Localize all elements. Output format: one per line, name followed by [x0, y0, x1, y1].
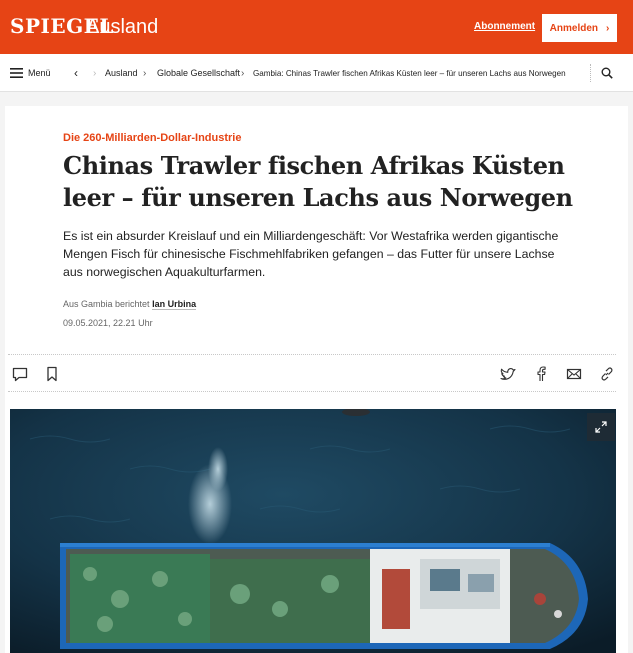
link-icon[interactable]: [598, 365, 616, 383]
breadcrumb-globale-gesellschaft[interactable]: Globale Gesellschaft: [157, 54, 240, 92]
search-icon[interactable]: [601, 67, 613, 79]
navigation-bar: Menü ‹ › Ausland › Globale Gesellschaft …: [0, 54, 633, 92]
bookmark-icon[interactable]: [43, 365, 61, 383]
divider-top: [8, 354, 616, 355]
login-button-label: Anmelden: [549, 22, 598, 34]
subscription-link[interactable]: Abonnement: [474, 21, 535, 32]
article-lead: Es ist ein absurder Kreislauf und ein Mi…: [63, 229, 559, 279]
back-arrow-icon[interactable]: ‹: [74, 54, 78, 92]
hamburger-icon: [10, 68, 23, 78]
breadcrumb-separator: ›: [143, 67, 147, 79]
author-link[interactable]: Ian Urbina: [152, 299, 197, 310]
comment-icon[interactable]: [11, 365, 29, 383]
breadcrumb-ausland[interactable]: Ausland: [105, 54, 138, 92]
nav-divider: [590, 64, 591, 82]
expand-icon: [595, 421, 607, 433]
chevron-right-icon: ›: [606, 22, 610, 34]
menu-button[interactable]: Menü: [10, 54, 51, 92]
section-title[interactable]: Ausland: [86, 16, 158, 39]
divider-bottom: [8, 391, 616, 392]
expand-button[interactable]: [587, 413, 615, 441]
breadcrumb-current-article: Gambia: Chinas Trawler fischen Afrikas K…: [253, 68, 566, 78]
breadcrumb-separator: ›: [93, 67, 97, 79]
publish-date: 09.05.2021, 22.21 Uhr: [63, 318, 153, 328]
top-header: SPIEGEL Ausland Abonnement Anmelden ›: [0, 0, 633, 54]
hero-image[interactable]: [10, 409, 616, 653]
breadcrumb-separator: ›: [241, 67, 245, 79]
twitter-icon[interactable]: [499, 365, 517, 383]
article-card: Die 260-Milliarden-Dollar-Industrie Chin…: [5, 106, 628, 653]
menu-label: Menü: [28, 68, 51, 78]
mail-icon[interactable]: [565, 365, 583, 383]
byline-prefix: Aus Gambia berichtet: [63, 299, 150, 309]
login-button[interactable]: Anmelden ›: [542, 14, 617, 42]
byline: Aus Gambia berichtet Ian Urbina: [63, 299, 197, 310]
facebook-icon[interactable]: [532, 365, 550, 383]
article-headline: Chinas Trawler fischen Afrikas Küsten le…: [63, 151, 573, 212]
article-kicker: Die 260-Milliarden-Dollar-Industrie: [63, 132, 242, 144]
trawler-aerial-photo: [10, 409, 616, 653]
